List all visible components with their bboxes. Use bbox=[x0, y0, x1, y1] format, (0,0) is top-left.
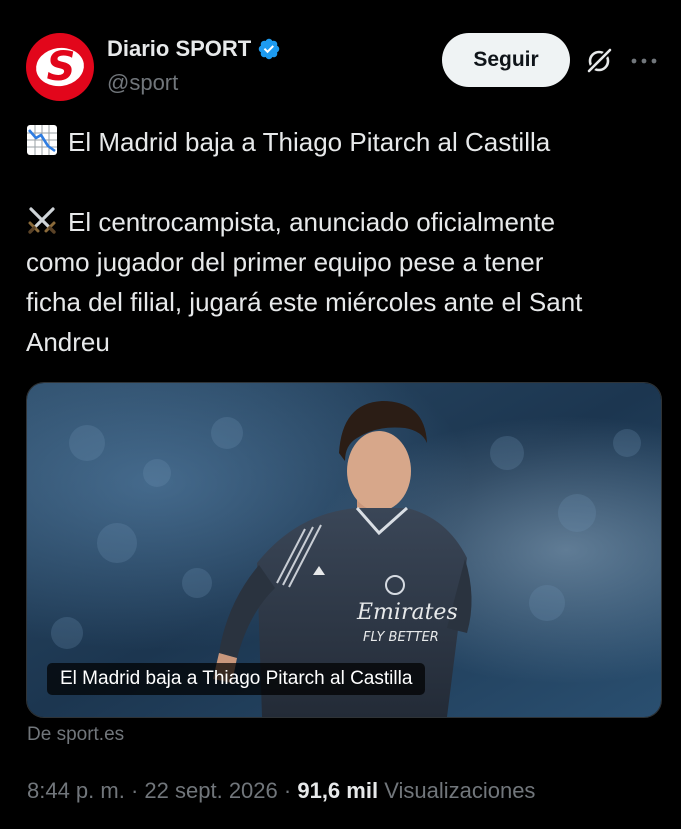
follow-button[interactable]: Seguir bbox=[442, 33, 570, 87]
tweet-paragraph-line-2: como jugador del primer equipo pese a te… bbox=[26, 247, 544, 277]
tweet-line-1: El Madrid baja a Thiago Pitarch al Casti… bbox=[26, 122, 662, 162]
tweet-time[interactable]: 8:44 p. m. bbox=[27, 778, 125, 803]
tweet-paragraph-line-4: Andreu bbox=[26, 327, 110, 357]
meta-separator: · bbox=[130, 778, 139, 803]
crossed-swords-icon bbox=[28, 207, 56, 234]
views-label[interactable]: Visualizaciones bbox=[384, 778, 535, 803]
tweet-line-2: El centrocampista, anunciado oficialment… bbox=[26, 202, 662, 242]
grok-icon[interactable] bbox=[582, 44, 616, 78]
display-name[interactable]: Diario SPORT bbox=[107, 36, 251, 62]
tweet-paragraph-line-1: El centrocampista, anunciado oficialment… bbox=[68, 207, 556, 237]
tweet-paragraph-line-3: ficha del filial, jugará este miércoles … bbox=[26, 287, 583, 317]
link-card-title[interactable]: El Madrid baja a Thiago Pitarch al Casti… bbox=[47, 663, 426, 695]
views-count[interactable]: 91,6 mil bbox=[297, 778, 378, 803]
link-card-source[interactable]: De sport.es bbox=[27, 724, 124, 746]
tweet-text: El Madrid baja a Thiago Pitarch al Casti… bbox=[26, 122, 662, 362]
tweet: S Diario SPORT @sport Seguir El Madrid b… bbox=[0, 0, 681, 829]
chart-decreasing-icon bbox=[27, 125, 57, 155]
handle[interactable]: @sport bbox=[107, 70, 178, 96]
tweet-date[interactable]: 22 sept. 2026 bbox=[144, 778, 277, 803]
jersey-sponsor-line2: FLY BETTER bbox=[363, 630, 439, 645]
more-options-icon[interactable] bbox=[630, 44, 658, 78]
tweet-headline: El Madrid baja a Thiago Pitarch al Casti… bbox=[68, 127, 551, 157]
avatar[interactable]: S bbox=[26, 33, 94, 101]
verified-badge-icon bbox=[259, 38, 280, 60]
link-card[interactable]: Emirates FLY BETTER El Madrid baja a Thi… bbox=[26, 382, 662, 718]
meta-separator: · bbox=[283, 778, 292, 803]
tweet-meta: 8:44 p. m. · 22 sept. 2026 · 91,6 mil Vi… bbox=[27, 778, 535, 804]
jersey-sponsor-line1: Emirates bbox=[356, 600, 458, 625]
author-name-row[interactable]: Diario SPORT bbox=[107, 34, 281, 64]
avatar-letter: S bbox=[46, 44, 76, 90]
